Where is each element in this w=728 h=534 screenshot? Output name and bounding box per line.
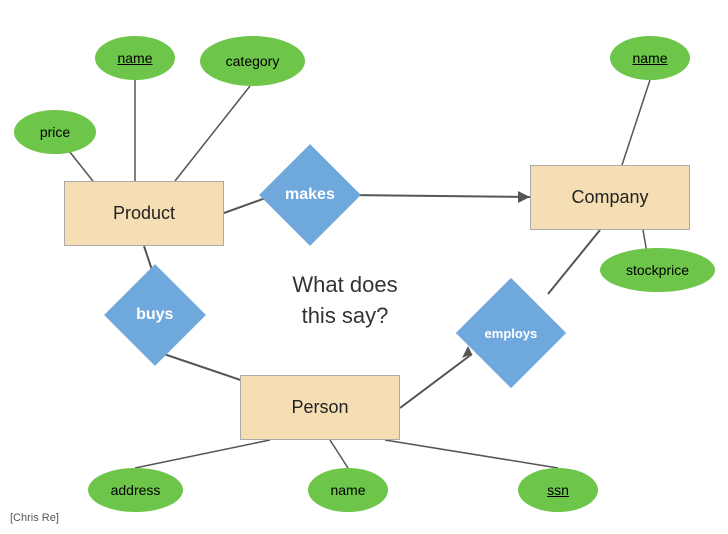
attribute-company-stockprice: stockprice	[600, 248, 715, 292]
credit-label: [Chris Re]	[10, 512, 59, 524]
attribute-person-address: address	[88, 468, 183, 512]
entity-product: Product	[64, 181, 224, 246]
relationship-makes: makes	[259, 144, 361, 246]
attribute-product-price: price	[14, 110, 96, 154]
relationship-employs: employs	[456, 278, 566, 388]
question-text: What doesthis say?	[265, 270, 425, 332]
entity-person: Person	[240, 375, 400, 440]
attribute-person-ssn: ssn	[518, 468, 598, 512]
er-diagram: Product Company Person makes buys employ…	[0, 0, 728, 534]
relationship-buys: buys	[104, 264, 206, 366]
attribute-company-name: name	[610, 36, 690, 80]
attribute-person-name: name	[308, 468, 388, 512]
attribute-product-category: category	[200, 36, 305, 86]
attribute-product-name: name	[95, 36, 175, 80]
entity-company: Company	[530, 165, 690, 230]
